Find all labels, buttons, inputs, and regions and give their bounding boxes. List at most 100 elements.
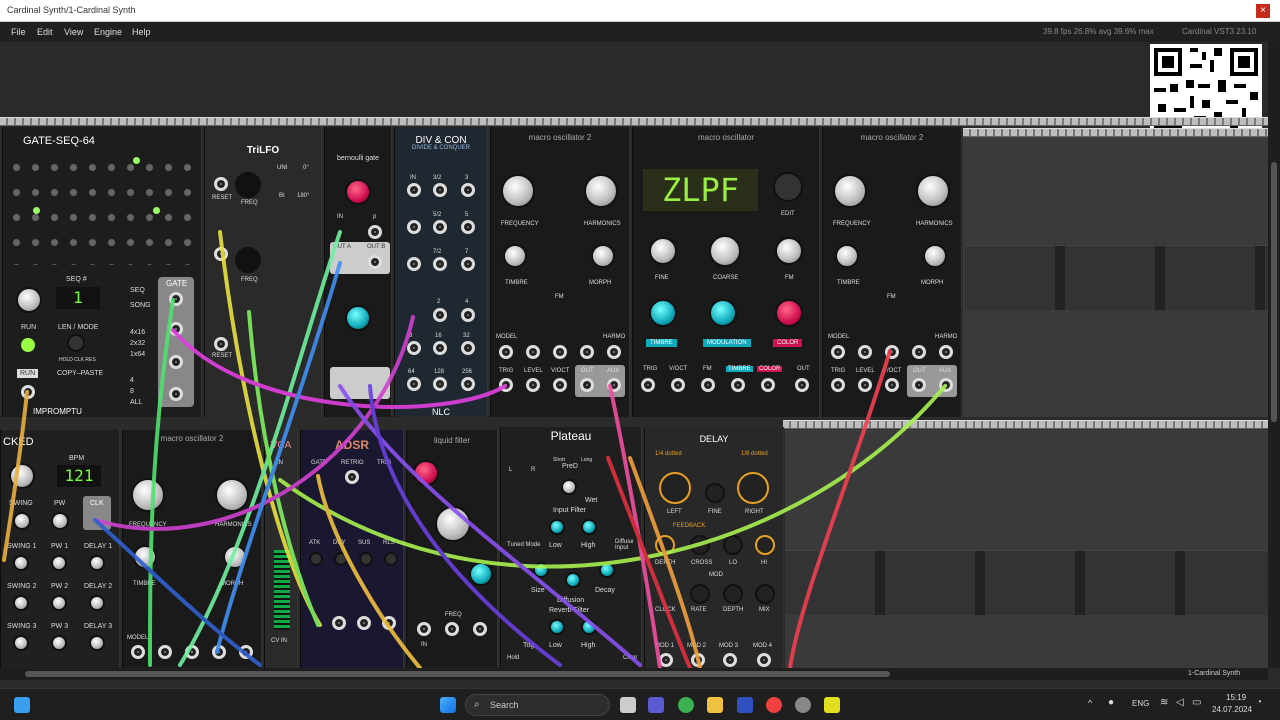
retrig-jack[interactable] [345,470,359,484]
swing2-knob[interactable] [13,595,29,611]
reset-jack[interactable] [214,337,228,351]
module-delay[interactable]: DELAY 1/4 dotted 1/8 dotted LEFT FINE RI… [644,427,784,668]
app-icon[interactable] [795,697,811,713]
mod2-jack[interactable] [691,653,705,667]
module-macro-oscillator[interactable]: macro oscillator ZLPF EDIT FINE COARSE F… [632,127,820,417]
frequency-knob[interactable] [501,174,535,208]
ratio-jack[interactable] [407,341,421,355]
in-jack[interactable] [407,257,421,271]
in-jack[interactable] [407,183,421,197]
master-knob[interactable] [9,463,35,489]
morph-knob[interactable] [223,545,247,569]
edit-knob[interactable] [773,172,803,202]
frequency-knob[interactable] [833,174,867,208]
attack-knob[interactable] [309,552,323,566]
reset-jack[interactable] [214,247,228,261]
ratio-jack[interactable] [433,257,447,271]
reset-jack[interactable] [214,177,228,191]
len-mode-button[interactable] [67,334,85,352]
timbre-cv-jack[interactable] [158,645,172,659]
harmo-jack[interactable] [239,645,253,659]
reverb-low-knob[interactable] [549,619,565,635]
swing-knob[interactable] [13,512,31,530]
ratio-jack[interactable] [461,257,475,271]
p-jack[interactable] [368,225,382,239]
battery-icon[interactable]: ▭ [1192,697,1201,708]
timbre-cv-jack[interactable] [526,345,540,359]
gate-jack[interactable] [169,387,183,401]
depth-knob[interactable] [723,584,743,604]
mod-knob[interactable] [469,562,493,586]
harmonics-knob[interactable] [215,478,249,512]
swing3-knob[interactable] [13,635,29,651]
ratio-jack[interactable] [461,183,475,197]
scrollbar-thumb[interactable] [1271,162,1277,422]
module-clocked[interactable]: CKED BPM 121 SWING PW CLK SWING 1 PW 1 D… [0,430,120,668]
coarse-knob[interactable] [709,235,741,267]
timbre-knob[interactable] [835,244,859,268]
voct-jack[interactable] [885,378,899,392]
fm-knob[interactable] [775,237,803,265]
ratio-jack[interactable] [433,183,447,197]
module-macro-oscillator-2[interactable]: macro oscillator 2 FREQUENCY HARMONICS T… [122,430,262,668]
module-adsr[interactable]: ADSR GATE RETRIG TRIG ATK DCY SUS RLS [300,430,404,668]
freq-jack[interactable] [417,622,431,636]
harmo-jack[interactable] [939,345,953,359]
morph-knob[interactable] [923,244,947,268]
vertical-scrollbar[interactable] [1268,42,1280,668]
timbre-cv-jack[interactable] [858,345,872,359]
windows-start-icon[interactable] [440,697,456,713]
input-low-knob[interactable] [549,519,565,535]
gate-jack[interactable] [169,292,183,306]
morph-cv-jack[interactable] [912,345,926,359]
timbre-knob[interactable] [649,299,677,327]
freq-knob[interactable] [235,247,261,273]
resonance-knob[interactable] [413,460,439,486]
ratio-jack[interactable] [433,377,447,391]
cross-knob[interactable] [690,535,710,555]
delay2-knob[interactable] [89,595,105,611]
pw3-knob[interactable] [51,635,67,651]
harmo-jack[interactable] [607,345,621,359]
freq-jack[interactable] [473,622,487,636]
speaker-icon[interactable]: ◁ [1176,697,1184,708]
aux-jack[interactable] [607,378,621,392]
mix-knob[interactable] [755,584,775,604]
close-button[interactable]: × [1256,4,1270,18]
module-div-con[interactable]: DIV & CON DIVIDE & CONQUER IN 3/2 3 5/2 … [394,127,488,417]
pw2-knob[interactable] [51,595,67,611]
module-liquid-filter[interactable]: liquid filter FREQ IN [406,430,498,668]
gate-jack[interactable] [169,322,183,336]
module-macro-oscillator-2[interactable]: macro oscillator 2 FREQUENCY HARMONICS T… [822,127,962,417]
menu-help[interactable]: Help [132,27,151,37]
fm-cv-jack[interactable] [185,645,199,659]
morph-cv-jack[interactable] [580,345,594,359]
probability-knob[interactable] [345,305,371,331]
right-time-knob[interactable] [737,472,769,504]
out-jack[interactable] [795,378,809,392]
menu-file[interactable]: File [11,27,26,37]
gate-jack[interactable] [169,355,183,369]
app-l-icon[interactable] [737,697,753,713]
left-time-knob[interactable] [659,472,691,504]
menu-view[interactable]: View [64,27,83,37]
level-jack[interactable] [858,378,872,392]
harmonics-knob[interactable] [916,174,950,208]
decay-knob[interactable] [334,552,348,566]
live-app-icon[interactable] [824,697,840,713]
out-b-jack[interactable] [368,255,382,269]
model-jack[interactable] [131,645,145,659]
windows-start-icon[interactable] [14,697,30,713]
color-knob[interactable] [775,299,803,327]
lo-knob[interactable] [723,535,743,555]
input-high-knob[interactable] [581,519,597,535]
module-gate-seq-64[interactable]: GATE-SEQ-64 SEQ # 1 SEQ SONG RUN LEN / M… [2,127,202,417]
model-jack[interactable] [499,345,513,359]
ratio-jack[interactable] [461,341,475,355]
diffusion-knob[interactable] [565,572,581,588]
ratio-jack[interactable] [461,308,475,322]
timbre-knob[interactable] [503,244,527,268]
swing1-knob[interactable] [13,555,29,571]
ratio-jack[interactable] [461,377,475,391]
fm-cv-jack[interactable] [885,345,899,359]
